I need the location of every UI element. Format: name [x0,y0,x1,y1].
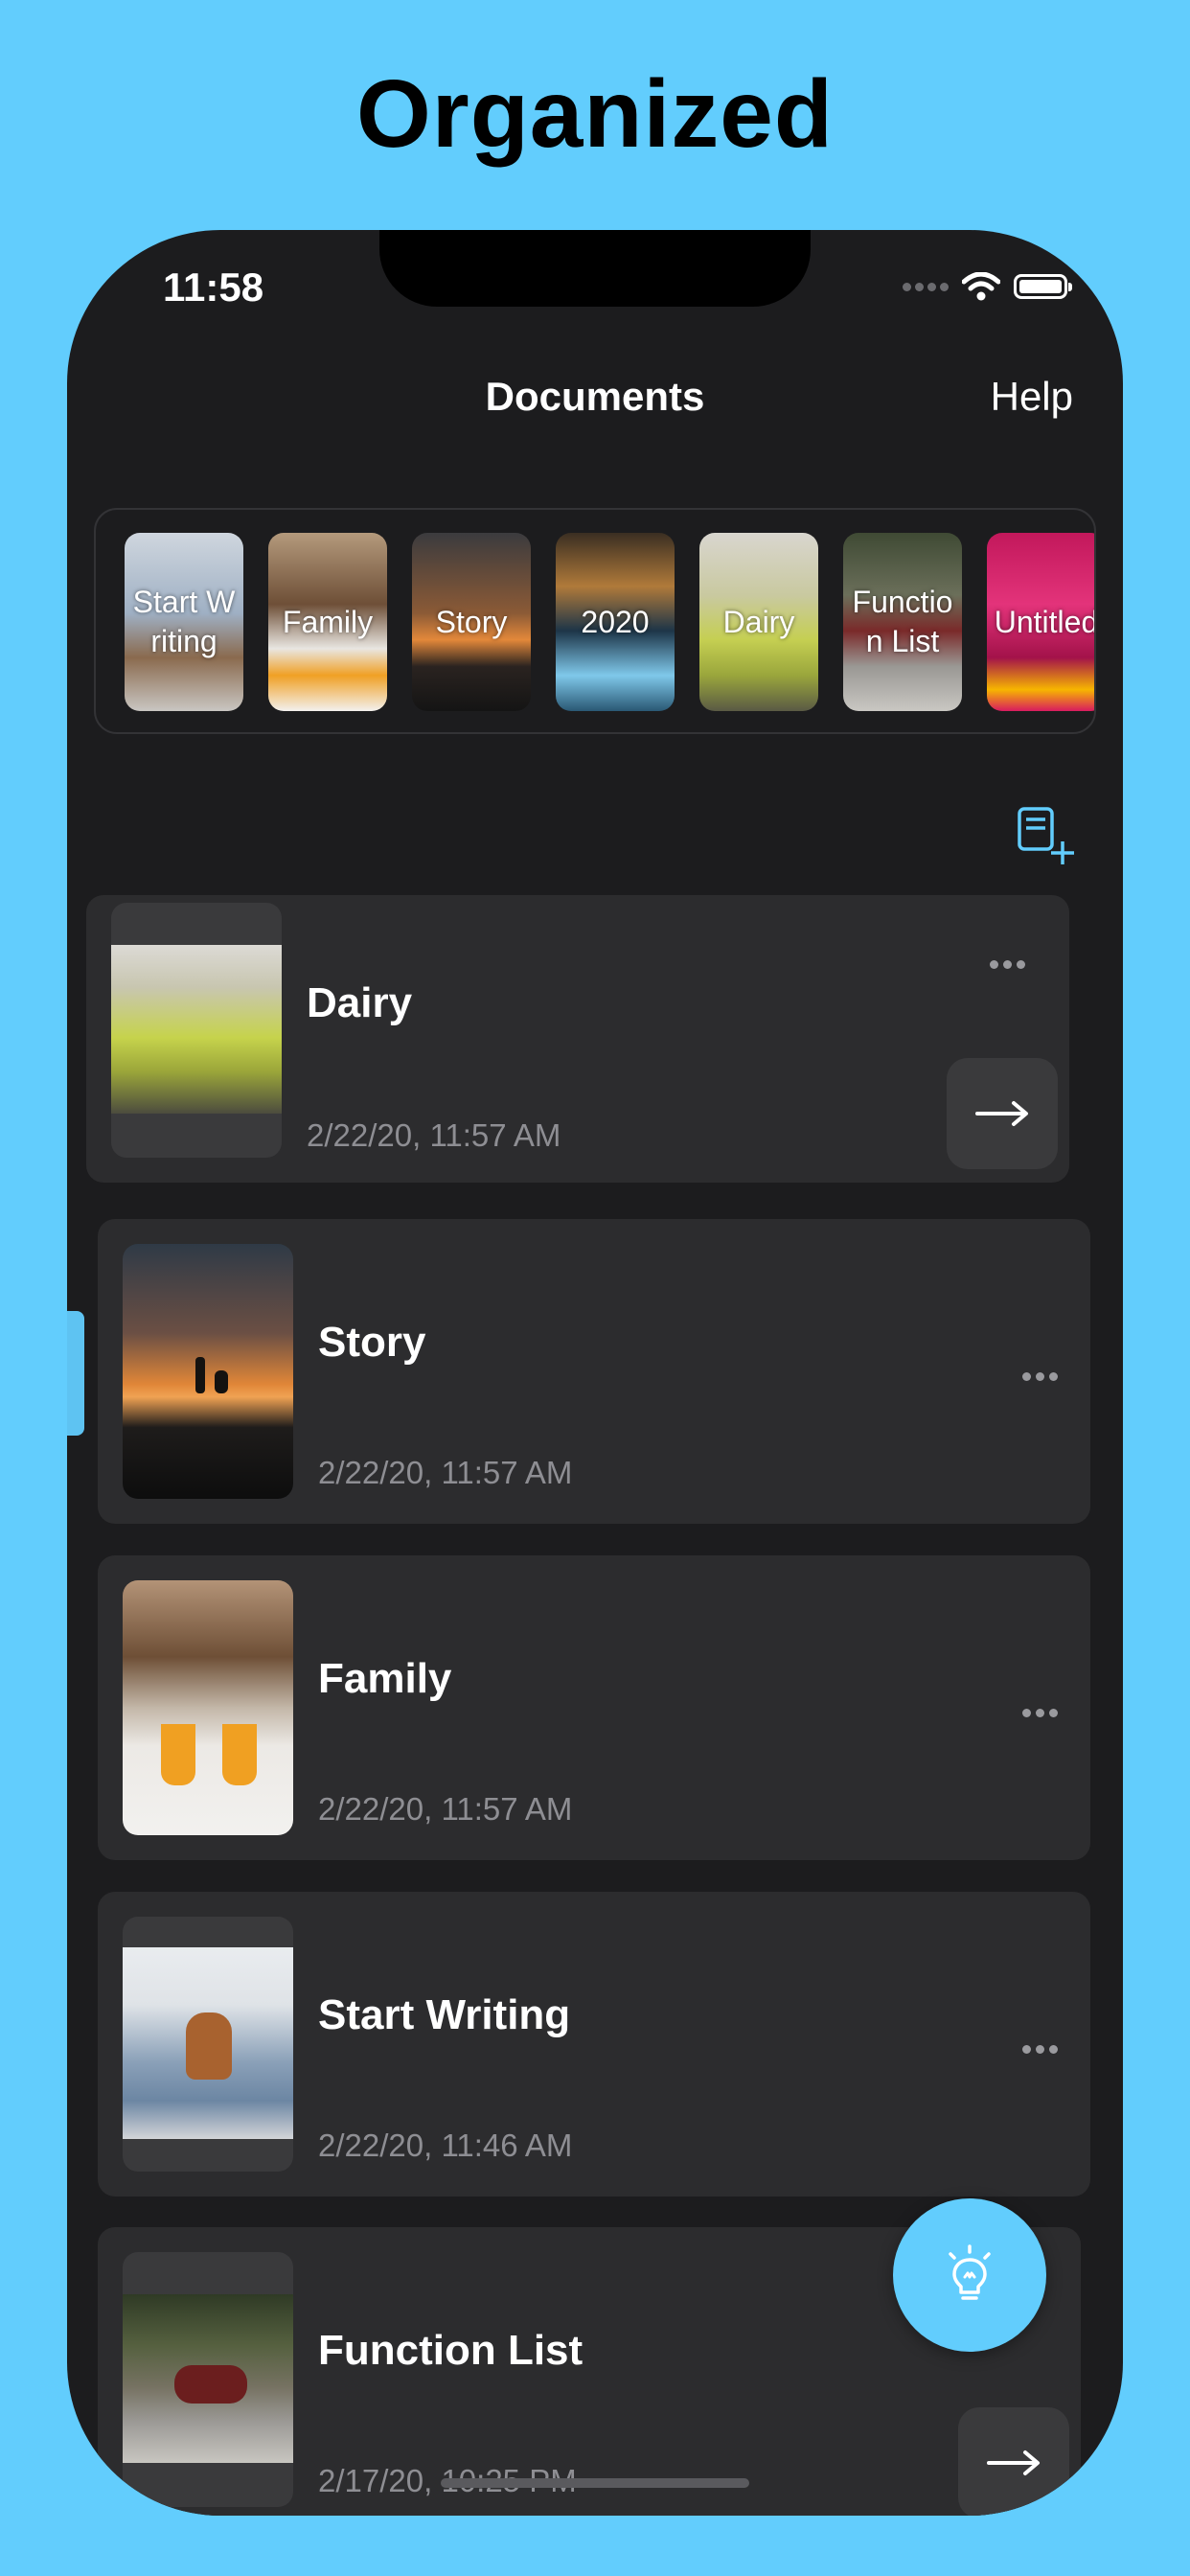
strip-item[interactable]: Story [412,533,531,711]
document-date: 2/22/20, 11:57 AM [318,1455,573,1490]
status-time: 11:58 [163,264,264,310]
document-thumbnail [123,1580,293,1835]
document-strip[interactable]: Start Writing Family Story 2020 Dairy Fu… [94,508,1096,734]
strip-item-label: Untitled [994,604,1096,639]
document-date: 2/22/20, 11:57 AM [307,1117,561,1153]
lightbulb-icon [949,2244,991,2300]
headline: Organized [356,60,834,168]
strip-item[interactable]: Start Writing [125,533,243,711]
document-title: Dairy [307,979,413,1026]
new-document-icon[interactable] [1014,805,1077,868]
phone-screen: 11:58 Documents Help Start Writing Famil… [67,230,1123,2516]
document-thumbnail [123,1917,293,2172]
strip-item-label: Function List [852,585,953,658]
document-card-dairy[interactable]: Dairy 2/22/20, 11:57 AM [86,895,1069,1183]
more-options-icon[interactable] [1022,2045,1058,2054]
document-title: Story [318,1319,426,1366]
document-title: Function List [318,2327,584,2374]
document-title: Start Writing [318,1991,571,2038]
help-button[interactable]: Help [991,374,1073,420]
open-document-button[interactable] [958,2407,1069,2516]
arrow-right-icon [987,2450,1040,2475]
document-date: 2/22/20, 11:57 AM [318,1791,573,1827]
document-card-story[interactable]: Story 2/22/20, 11:57 AM [98,1219,1090,1524]
document-title: Family [318,1655,452,1702]
document-card-family[interactable]: Family 2/22/20, 11:57 AM [98,1555,1090,1860]
strip-item[interactable]: 2020 [556,533,675,711]
arrow-right-icon [975,1101,1028,1126]
strip-item[interactable]: Family [268,533,387,711]
signal-icon [903,282,949,291]
home-indicator[interactable] [441,2478,749,2488]
document-thumbnail [123,2252,293,2507]
side-drawer-handle[interactable] [67,1311,84,1436]
document-card-start-writing[interactable]: Start Writing 2/22/20, 11:46 AM [98,1892,1090,2196]
more-options-icon[interactable] [990,960,1025,969]
document-thumbnail [123,1244,293,1499]
ideas-button[interactable] [893,2198,1046,2352]
battery-icon [1014,274,1072,299]
open-document-button[interactable] [947,1058,1058,1169]
strip-item[interactable]: Dairy [699,533,818,711]
status-icons [903,272,1072,301]
more-options-icon[interactable] [1022,1372,1058,1381]
document-date: 2/22/20, 11:46 AM [318,2128,573,2163]
wifi-icon [962,272,1000,301]
strip-item-label: 2020 [581,604,650,639]
strip-item-label: Family [282,604,374,639]
more-options-icon[interactable] [1022,1709,1058,1717]
strip-item[interactable]: Untitled [987,533,1096,711]
strip-item-label: Dairy [722,604,795,639]
strip-item-label: Start Writing [132,585,236,658]
page-title: Documents [485,374,705,419]
strip-item-label: Story [435,604,508,639]
strip-item[interactable]: Function List [843,533,962,711]
document-thumbnail [111,903,282,1158]
notch [379,230,811,307]
